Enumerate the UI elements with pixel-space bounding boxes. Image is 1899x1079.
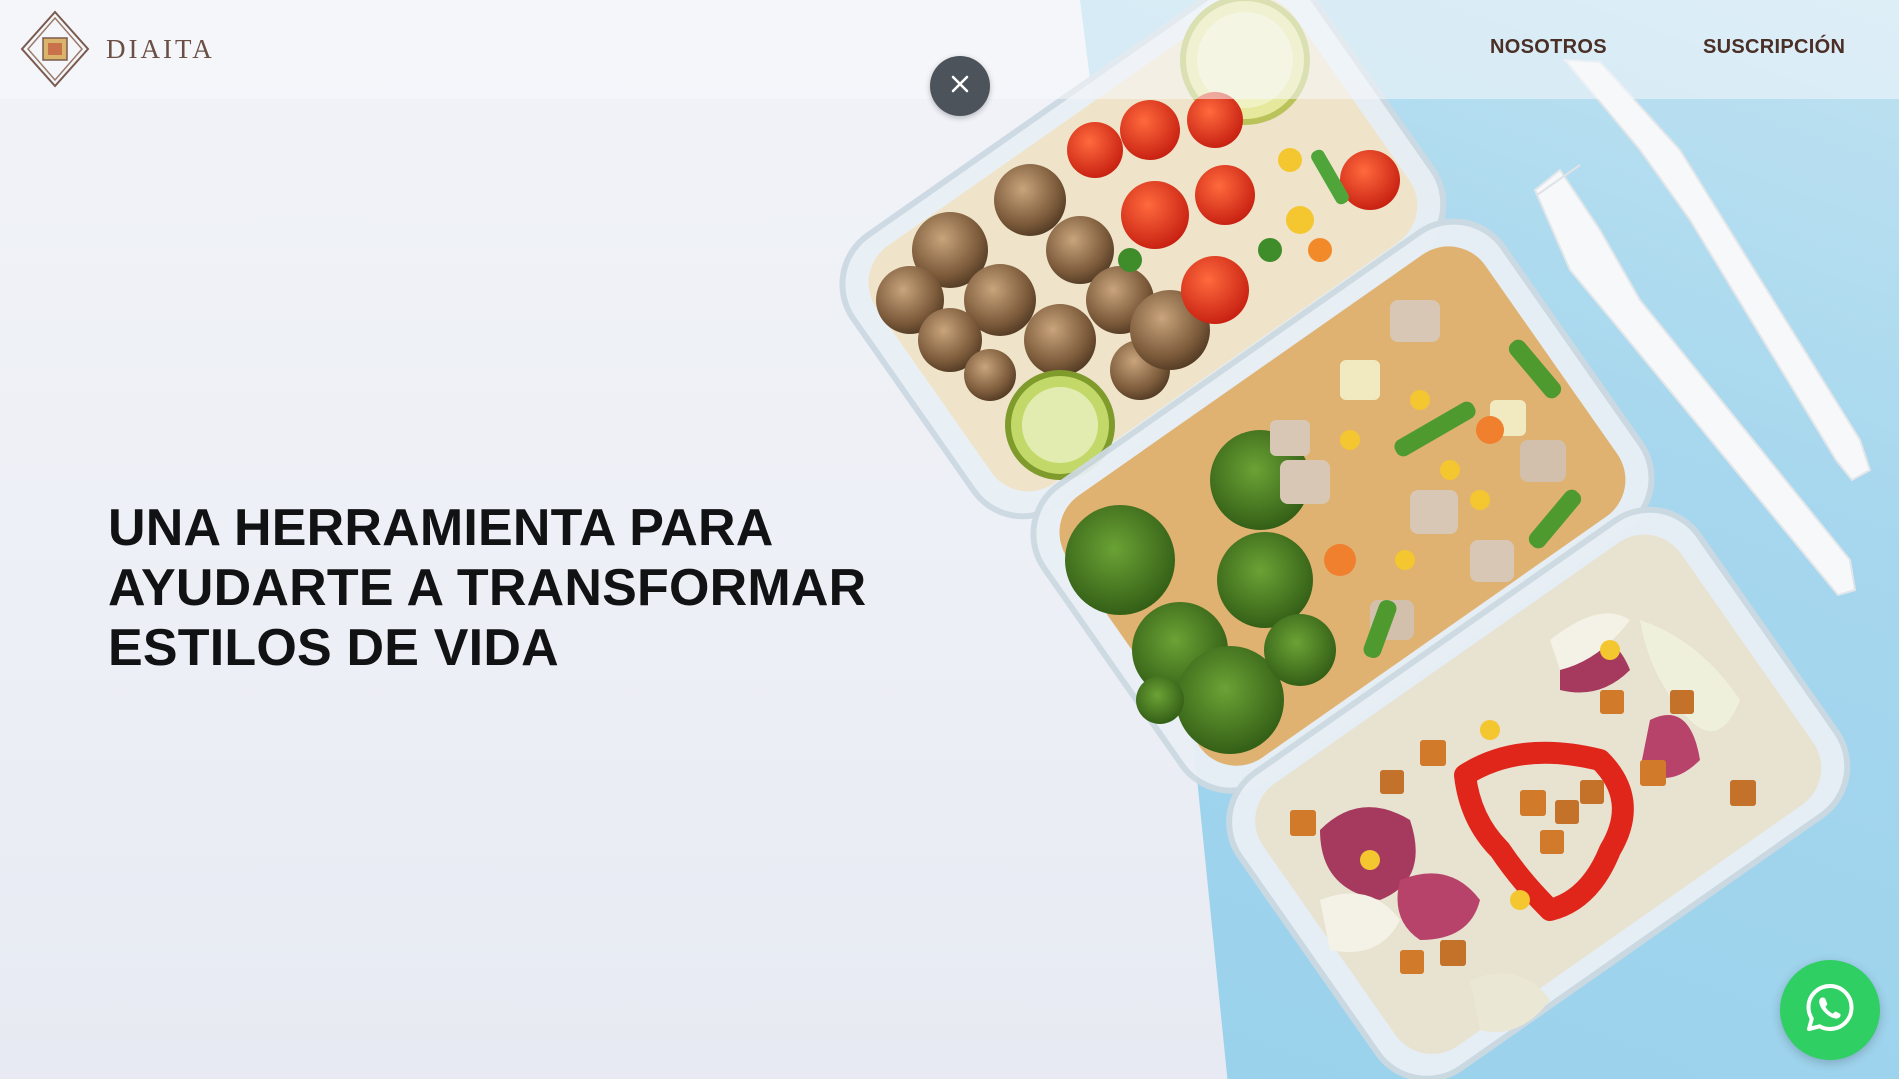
close-button[interactable] bbox=[930, 56, 990, 116]
blue-table-background bbox=[1080, 0, 1899, 1079]
close-icon bbox=[949, 73, 971, 100]
hero-headline: UNA HERRAMIENTA PARA AYUDARTE A TRANSFOR… bbox=[108, 498, 908, 678]
headline-line-3: ESTILOS DE VIDA bbox=[108, 619, 559, 677]
brand-name: DIAITA bbox=[106, 33, 215, 64]
whatsapp-button[interactable] bbox=[1780, 960, 1880, 1060]
landing-page: DIAITA NOSOTROS SUSCRIPCIÓN UNA HERRAMIE… bbox=[0, 0, 1899, 1079]
brand-logo-link[interactable]: DIAITA bbox=[20, 10, 215, 88]
headline-line-1: UNA HERRAMIENTA PARA bbox=[108, 499, 774, 557]
nav-item-nosotros[interactable]: NOSOTROS bbox=[1490, 36, 1607, 59]
whatsapp-icon bbox=[1803, 981, 1857, 1040]
nav-item-suscripcion[interactable]: SUSCRIPCIÓN bbox=[1703, 36, 1845, 59]
headline-line-2: AYUDARTE A TRANSFORMAR bbox=[108, 559, 867, 617]
diamond-frame-logo-icon bbox=[20, 10, 90, 88]
